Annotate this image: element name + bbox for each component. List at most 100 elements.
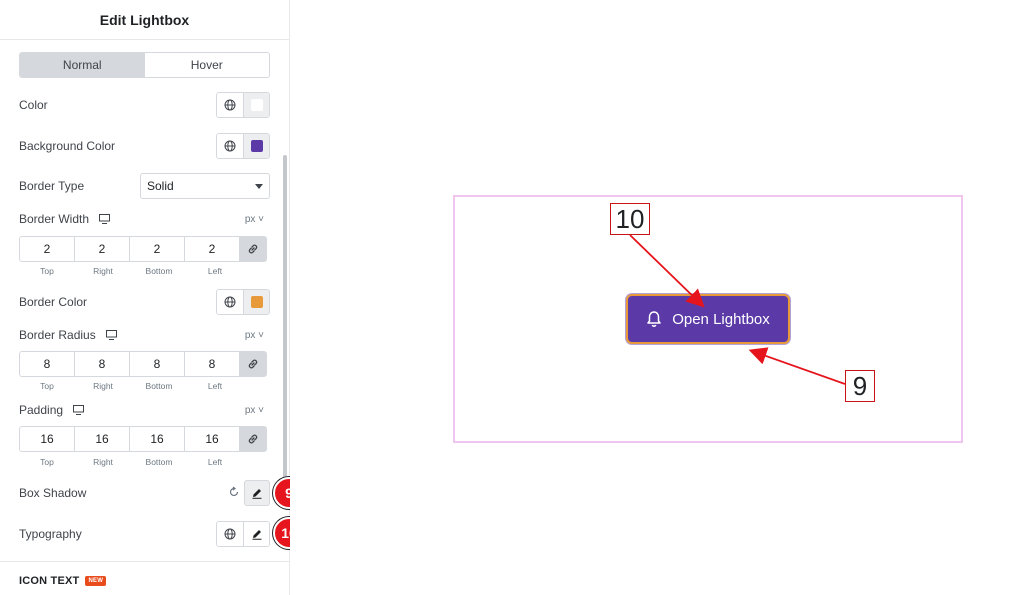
section-divider: [0, 561, 290, 562]
panel-header: Edit Lightbox: [0, 0, 289, 40]
unit-label: px: [244, 404, 256, 416]
section-title: ICON TEXT: [19, 575, 80, 587]
padding-unit-select[interactable]: px ˅: [245, 405, 264, 416]
padding-left-input[interactable]: 16: [184, 426, 240, 452]
global-fonts-button[interactable]: [217, 522, 243, 546]
border-width-header: Border Width px ˅: [19, 211, 270, 227]
padding-labels: Top Right Bottom Left: [19, 457, 270, 467]
border-width-unit-select[interactable]: px ˅: [245, 214, 264, 225]
globe-icon: [224, 99, 236, 111]
globe-icon: [224, 296, 236, 308]
border-radius-labels: Top Right Bottom Left: [19, 381, 270, 391]
border-radius-left-input[interactable]: 8: [184, 351, 240, 377]
bell-icon: [646, 310, 662, 328]
color-swatch-button[interactable]: [243, 93, 269, 117]
pencil-icon: [252, 530, 261, 540]
dim-label-bottom: Bottom: [145, 381, 173, 391]
link-icon: [248, 434, 258, 444]
border-color-swatch-button[interactable]: [243, 290, 269, 314]
global-colors-button[interactable]: [217, 93, 243, 117]
icon-text-section-header[interactable]: ICON TEXT NEW: [19, 575, 107, 587]
border-type-value: Solid: [147, 179, 174, 193]
border-color-control: Border Color: [19, 289, 270, 315]
dim-label-left: Left: [207, 457, 223, 467]
link-icon: [248, 359, 258, 369]
background-color-label: Background Color: [19, 139, 116, 153]
editor-sidebar: Edit Lightbox Normal Hover Color Backgro…: [0, 0, 290, 595]
unit-label: px: [244, 213, 256, 225]
unit-label: px: [244, 329, 256, 341]
link-values-button[interactable]: [239, 236, 267, 262]
border-radius-top-input[interactable]: 8: [19, 351, 75, 377]
dim-label-bottom: Bottom: [145, 266, 173, 276]
callout-10: 10: [610, 203, 650, 235]
global-colors-button[interactable]: [217, 290, 243, 314]
box-shadow-edit-button[interactable]: [244, 480, 270, 506]
border-type-select[interactable]: Solid: [140, 173, 270, 199]
dim-label-top: Top: [40, 266, 54, 276]
border-radius-bottom-input[interactable]: 8: [129, 351, 185, 377]
link-values-button[interactable]: [239, 351, 267, 377]
border-width-left-input[interactable]: 2: [184, 236, 240, 262]
panel-title: Edit Lightbox: [99, 11, 190, 28]
global-colors-button[interactable]: [217, 134, 243, 158]
globe-icon: [224, 140, 236, 152]
border-width-right-input[interactable]: 2: [74, 236, 130, 262]
typography-label: Typography: [19, 527, 82, 541]
color-control: Color: [19, 92, 270, 118]
border-width-top-input[interactable]: 2: [19, 236, 75, 262]
pencil-icon: [252, 489, 262, 499]
border-radius-label: Border Radius: [19, 328, 96, 342]
desktop-icon[interactable]: [105, 330, 117, 340]
border-width-labels: Top Right Bottom Left: [19, 266, 270, 276]
state-tabs: Normal Hover: [19, 52, 270, 78]
border-color-label: Border Color: [19, 295, 88, 309]
bg-color-swatch: [250, 140, 263, 152]
reset-icon[interactable]: [228, 486, 240, 498]
callout-9: 9: [845, 370, 875, 402]
border-width-bottom-input[interactable]: 2: [129, 236, 185, 262]
padding-inputs: 16 16 16 16: [19, 426, 270, 452]
open-lightbox-button[interactable]: Open Lightbox: [626, 294, 790, 344]
caret-down-icon: [255, 184, 263, 189]
padding-bottom-input[interactable]: 16: [129, 426, 185, 452]
border-type-control: Border Type Solid: [19, 173, 270, 199]
border-type-label: Border Type: [19, 179, 85, 193]
border-radius-right-input[interactable]: 8: [74, 351, 130, 377]
padding-label: Padding: [19, 403, 64, 417]
dim-label-top: Top: [40, 381, 54, 391]
background-color-control: Background Color: [19, 133, 270, 159]
open-lightbox-label: Open Lightbox: [672, 310, 770, 328]
border-color-swatch: [250, 296, 263, 308]
border-color-picker-group: [216, 289, 270, 315]
link-values-button[interactable]: [239, 426, 267, 452]
typography-control: Typography: [19, 521, 270, 547]
desktop-icon[interactable]: [73, 405, 85, 415]
typography-group: [216, 521, 270, 547]
dim-label-right: Right: [93, 457, 113, 467]
bg-color-swatch-button[interactable]: [243, 134, 269, 158]
dim-label-right: Right: [93, 266, 113, 276]
color-label: Color: [19, 98, 48, 112]
border-radius-header: Border Radius px ˅: [19, 327, 270, 343]
color-swatch: [250, 99, 263, 111]
new-badge: NEW: [85, 576, 107, 586]
padding-right-input[interactable]: 16: [74, 426, 130, 452]
tab-hover[interactable]: Hover: [145, 53, 270, 77]
desktop-icon[interactable]: [99, 214, 111, 224]
dim-label-left: Left: [207, 266, 223, 276]
dim-label-right: Right: [93, 381, 113, 391]
padding-top-input[interactable]: 16: [19, 426, 75, 452]
border-radius-inputs: 8 8 8 8: [19, 351, 270, 377]
border-width-label: Border Width: [19, 212, 90, 226]
bg-color-picker-group: [216, 133, 270, 159]
border-radius-unit-select[interactable]: px ˅: [245, 330, 264, 341]
sidebar-scrollbar[interactable]: [283, 155, 287, 485]
tab-normal[interactable]: Normal: [20, 53, 145, 77]
typography-edit-button[interactable]: [243, 522, 269, 546]
box-shadow-control: Box Shadow: [19, 480, 270, 506]
border-width-inputs: 2 2 2 2: [19, 236, 270, 262]
globe-icon: [224, 528, 236, 540]
link-icon: [248, 244, 258, 254]
dim-label-top: Top: [40, 457, 54, 467]
